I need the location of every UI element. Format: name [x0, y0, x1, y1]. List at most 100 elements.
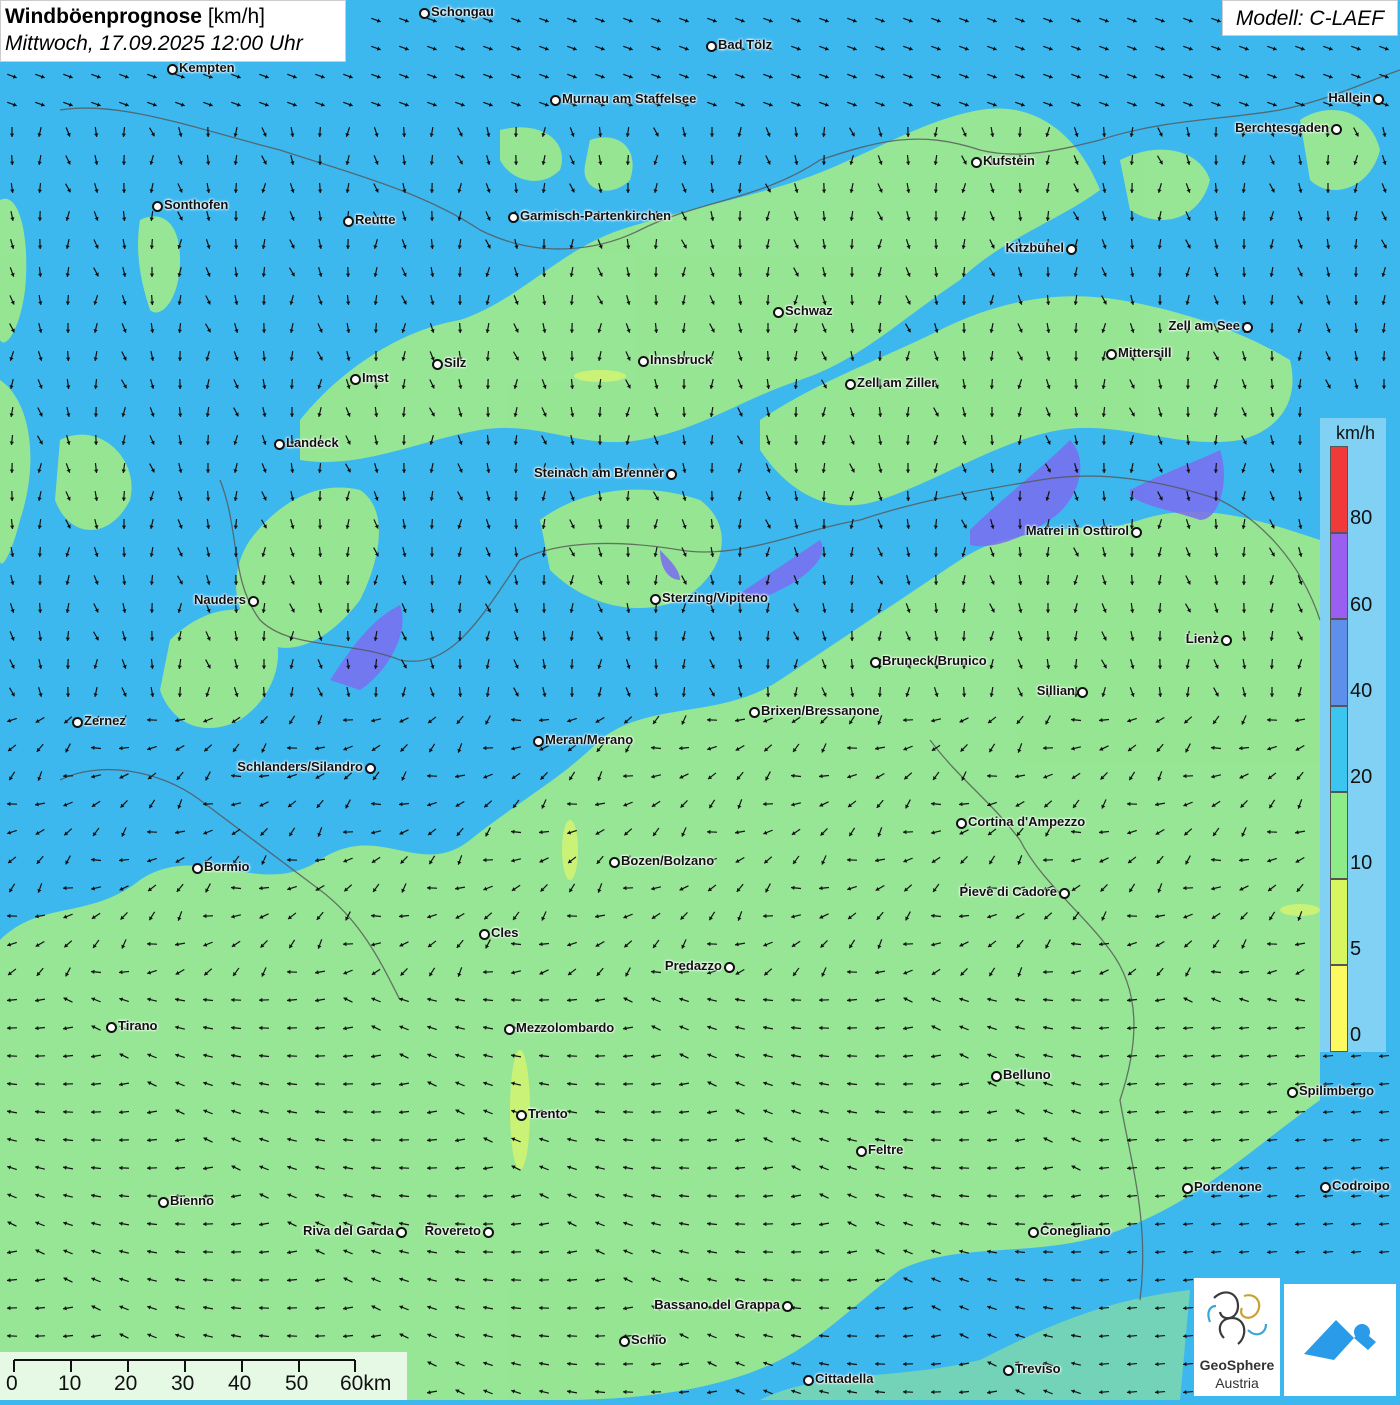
scale-label: 30 — [171, 1372, 194, 1396]
legend-color-2 — [1330, 619, 1348, 706]
city-label: Kempten — [179, 60, 235, 75]
scale-label: 20 — [114, 1372, 137, 1396]
city-marker — [158, 1197, 169, 1208]
city-marker — [516, 1110, 527, 1121]
city-label: Feltre — [868, 1142, 903, 1157]
city-label: Bienno — [170, 1193, 214, 1208]
city-label: Pieve di Cadore — [959, 884, 1057, 899]
city-label: Cles — [491, 925, 518, 940]
city-marker — [274, 439, 285, 450]
city-label: Steinach am Brenner — [534, 465, 664, 480]
city-label: Bruneck/Brunico — [882, 653, 987, 668]
scale-label: 40 — [228, 1372, 251, 1396]
scale-label: 0 — [6, 1372, 18, 1396]
legend-color-1 — [1330, 533, 1348, 620]
city-label: Spilimbergo — [1299, 1083, 1374, 1098]
city-marker — [106, 1022, 117, 1033]
city-marker — [1221, 635, 1232, 646]
city-marker — [365, 763, 376, 774]
city-label: Sillian — [1037, 683, 1075, 698]
city-marker — [609, 857, 620, 868]
city-label: Riva del Garda — [303, 1223, 394, 1238]
city-marker — [248, 596, 259, 607]
city-label: Predazzo — [665, 958, 722, 973]
city-marker — [971, 157, 982, 168]
legend-label: 60 — [1350, 594, 1372, 617]
city-marker — [479, 929, 490, 940]
city-marker — [432, 359, 443, 370]
city-marker — [1182, 1183, 1193, 1194]
city-label: Berchtesgaden — [1235, 120, 1329, 135]
city-label: Pordenone — [1194, 1179, 1262, 1194]
city-label: Innsbruck — [650, 352, 712, 367]
city-label: Murnau am Staffelsee — [562, 91, 696, 106]
city-label: Sterzing/Vipiteno — [662, 590, 768, 605]
legend-label: 5 — [1350, 938, 1361, 961]
city-marker — [1320, 1182, 1331, 1193]
city-label: Schwaz — [785, 303, 833, 318]
city-marker — [192, 863, 203, 874]
city-label: Codroipo — [1332, 1178, 1390, 1193]
city-marker — [773, 307, 784, 318]
city-label: Zell am See — [1168, 318, 1240, 333]
city-label: Schlanders/Silandro — [237, 759, 363, 774]
city-label: Rovereto — [425, 1223, 481, 1238]
scale-label: 50 — [285, 1372, 308, 1396]
city-label: Matrei in Osttirol — [1026, 523, 1129, 538]
city-marker — [152, 201, 163, 212]
legend-label: 80 — [1350, 507, 1372, 530]
city-label: Zernez — [84, 713, 126, 728]
city-label: Tirano — [118, 1018, 158, 1033]
city-marker — [1373, 94, 1384, 105]
city-marker — [650, 594, 661, 605]
city-label: Landeck — [286, 435, 339, 450]
city-marker — [638, 356, 649, 367]
cloud-mountain-icon — [1284, 1284, 1396, 1396]
city-marker — [396, 1227, 407, 1238]
city-label: Hallein — [1328, 90, 1371, 105]
city-marker — [619, 1336, 630, 1347]
legend-color-5 — [1330, 879, 1348, 966]
city-marker — [666, 469, 677, 480]
city-label: Sonthofen — [164, 197, 228, 212]
city-marker — [1077, 687, 1088, 698]
title-unit: [km/h] — [208, 5, 265, 28]
city-marker — [508, 212, 519, 223]
logo-sub: Austria — [1194, 1375, 1280, 1391]
city-label: Schongau — [431, 4, 494, 19]
city-marker — [749, 707, 760, 718]
city-label: Bormio — [204, 859, 250, 874]
city-marker — [991, 1071, 1002, 1082]
city-label: Kufstein — [983, 153, 1035, 168]
city-marker — [724, 962, 735, 973]
legend-label: 40 — [1350, 680, 1372, 703]
city-label: Silz — [444, 355, 466, 370]
legend-label: 20 — [1350, 766, 1372, 789]
city-marker — [343, 216, 354, 227]
city-label: Schio — [631, 1332, 666, 1347]
map-title: Windböenprognose [km/h] — [5, 4, 341, 30]
city-label: Bozen/Bolzano — [621, 853, 714, 868]
city-marker — [419, 8, 430, 19]
city-label: Cortina d'Ampezzo — [968, 814, 1085, 829]
city-marker — [1003, 1365, 1014, 1376]
scale-label: 60km — [340, 1372, 391, 1396]
city-marker — [856, 1146, 867, 1157]
city-marker — [504, 1024, 515, 1035]
legend-label: 10 — [1350, 852, 1372, 875]
city-label: Bassano del Grappa — [654, 1297, 780, 1312]
partner-logo[interactable] — [1284, 1284, 1396, 1396]
city-marker — [956, 818, 967, 829]
legend-unit: km/h — [1336, 423, 1375, 444]
scale-label: 10 — [58, 1372, 81, 1396]
legend-color-3 — [1330, 706, 1348, 793]
city-marker — [782, 1301, 793, 1312]
city-label: Bad Tölz — [718, 37, 772, 52]
city-marker — [1242, 322, 1253, 333]
city-marker — [350, 374, 361, 385]
city-marker — [1131, 527, 1142, 538]
city-marker — [72, 717, 83, 728]
city-label: Imst — [362, 370, 389, 385]
city-label: Treviso — [1015, 1361, 1061, 1376]
city-label: Kitzbühel — [1006, 240, 1065, 255]
